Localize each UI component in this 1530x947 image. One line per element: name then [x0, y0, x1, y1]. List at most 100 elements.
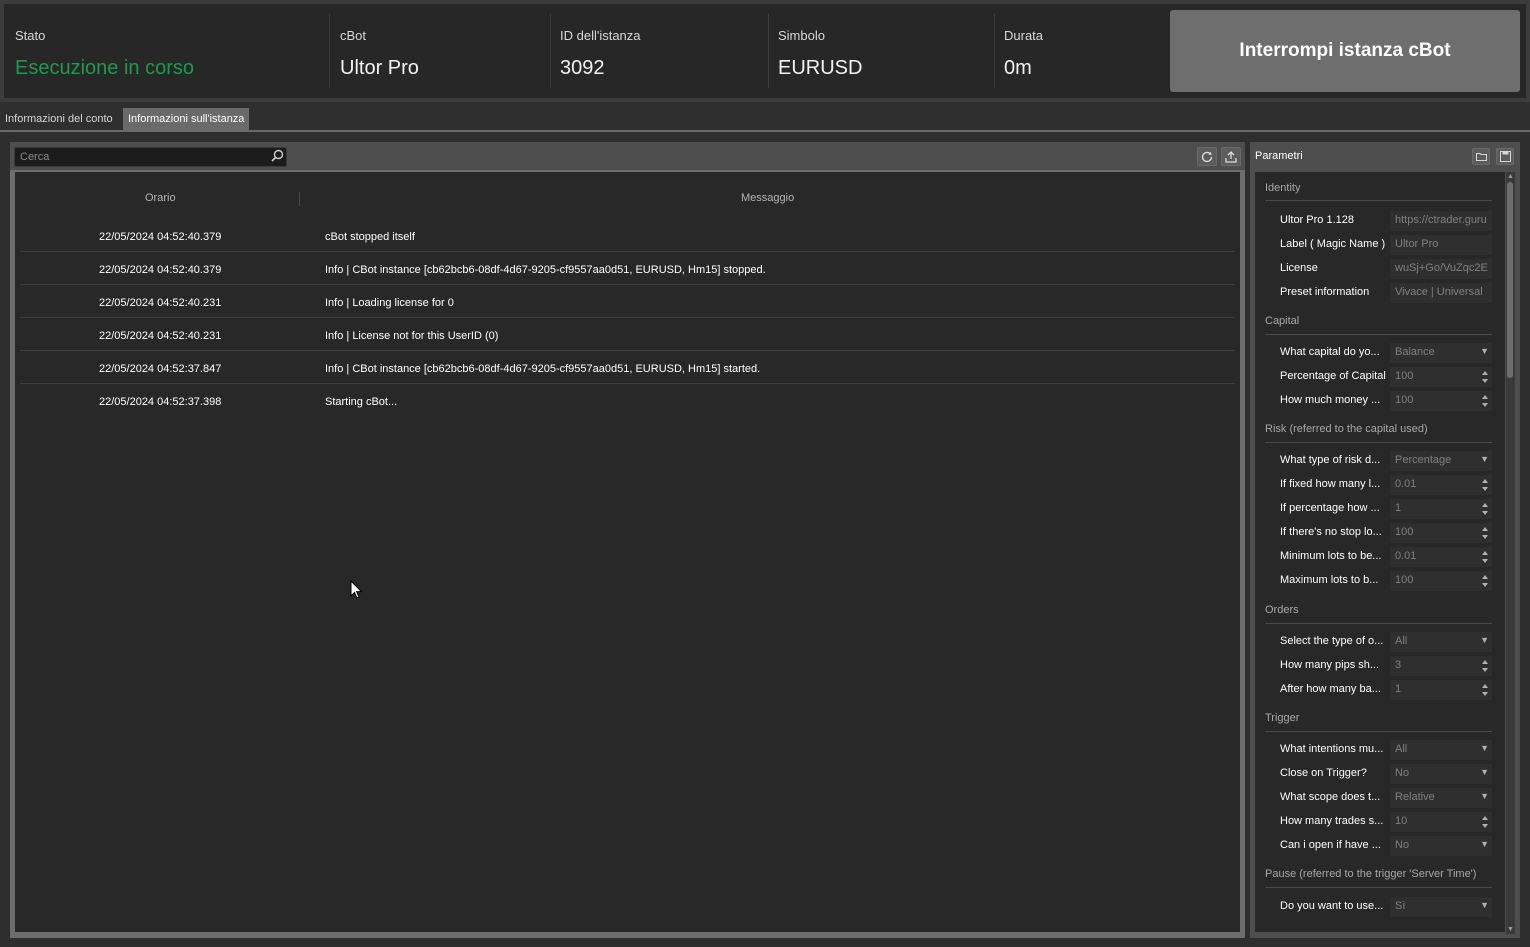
log-message: Starting cBot... — [325, 396, 398, 408]
section-title-risk[interactable]: Risk (referred to the capital used) — [1265, 423, 1428, 435]
param-number-input[interactable]: 0.01 — [1390, 475, 1492, 495]
param-row: Maximum lots to b... 100 — [1255, 570, 1505, 592]
spinner-arrows-icon[interactable] — [1481, 814, 1489, 830]
scroll-down-icon[interactable]: ▼ — [1506, 925, 1515, 934]
param-value: 3 — [1395, 659, 1402, 671]
param-value: Percentage — [1395, 454, 1452, 466]
log-row[interactable]: 22/05/2024 04:52:40.231 Info | Loading l… — [20, 285, 1235, 318]
parameters-list: Identity Ultor Pro 1.128 https://ctrader… — [1255, 172, 1505, 932]
spinner-arrows-icon[interactable] — [1481, 393, 1489, 409]
param-select[interactable]: All ▼ — [1390, 632, 1492, 652]
param-select[interactable]: No ▼ — [1390, 836, 1492, 856]
load-preset-button[interactable] — [1472, 148, 1490, 165]
spinner-arrows-icon[interactable] — [1481, 658, 1489, 674]
refresh-button[interactable] — [1197, 147, 1217, 166]
header-divider — [550, 14, 551, 88]
param-label: Percentage of Capital — [1280, 370, 1386, 382]
param-label: What scope does t... — [1280, 791, 1381, 803]
param-label: Select the type of o... — [1280, 635, 1384, 647]
column-divider[interactable] — [299, 192, 300, 206]
log-row[interactable]: 22/05/2024 04:52:40.379 cBot stopped its… — [20, 219, 1235, 252]
parameters-scrollbar[interactable]: ▲ ▼ — [1506, 172, 1515, 934]
param-label: Maximum lots to b... — [1280, 574, 1379, 586]
section-title-pause[interactable]: Pause (referred to the trigger 'Server T… — [1265, 868, 1476, 880]
export-button[interactable] — [1221, 147, 1241, 166]
param-row: Preset information Vivace | Universal — [1255, 282, 1505, 304]
param-label: Close on Trigger? — [1280, 767, 1367, 779]
column-header-message[interactable]: Messaggio — [741, 192, 794, 204]
section-divider — [1265, 200, 1492, 201]
param-row: Close on Trigger? No ▼ — [1255, 763, 1505, 785]
spinner-arrows-icon[interactable] — [1481, 573, 1489, 589]
param-select[interactable]: Balance ▼ — [1390, 343, 1492, 363]
param-value: Ultor Pro — [1395, 238, 1439, 250]
spinner-arrows-icon[interactable] — [1481, 549, 1489, 565]
param-select[interactable]: Relative ▼ — [1390, 788, 1492, 808]
param-number-input[interactable]: 10 — [1390, 812, 1492, 832]
param-text-field[interactable]: wuSj+Go/VuZqc2E — [1390, 259, 1492, 279]
param-number-input[interactable]: 0.01 — [1390, 547, 1492, 567]
param-text-field[interactable]: Vivace | Universal — [1390, 283, 1492, 303]
param-label: What intentions mu... — [1280, 743, 1384, 755]
param-number-input[interactable]: 100 — [1390, 391, 1492, 411]
section-title-identity[interactable]: Identity — [1265, 182, 1300, 194]
tab-instance-info[interactable]: Informazioni sull'istanza — [123, 108, 250, 132]
dropdown-arrow-icon: ▼ — [1480, 767, 1489, 777]
spinner-arrows-icon[interactable] — [1481, 501, 1489, 517]
column-header-time[interactable]: Orario — [145, 192, 176, 204]
param-row: How much money ... 100 — [1255, 390, 1505, 412]
log-row[interactable]: 22/05/2024 04:52:40.379 Info | CBot inst… — [20, 252, 1235, 285]
log-row[interactable]: 22/05/2024 04:52:37.847 Info | CBot inst… — [20, 351, 1235, 384]
param-row: Can i open if have ... No ▼ — [1255, 835, 1505, 857]
param-text-field[interactable]: Ultor Pro — [1390, 235, 1492, 255]
param-number-input[interactable]: 100 — [1390, 571, 1492, 591]
scroll-up-icon[interactable]: ▲ — [1506, 172, 1515, 181]
param-label: Preset information — [1280, 286, 1370, 298]
param-label: Ultor Pro 1.128 — [1280, 214, 1354, 226]
stop-cbot-instance-button[interactable]: Interrompi istanza cBot — [1170, 10, 1520, 92]
param-row: Ultor Pro 1.128 https://ctrader.guru — [1255, 210, 1505, 232]
log-row[interactable]: 22/05/2024 04:52:37.398 Starting cBot... — [20, 384, 1235, 417]
save-preset-button[interactable] — [1496, 148, 1514, 165]
param-number-input[interactable]: 100 — [1390, 523, 1492, 543]
param-value: https://ctrader.guru — [1395, 214, 1487, 226]
search-icon[interactable] — [269, 148, 285, 164]
param-label: What capital do yo... — [1280, 346, 1380, 358]
section-title-orders[interactable]: Orders — [1265, 604, 1299, 616]
param-row: What capital do yo... Balance ▼ — [1255, 342, 1505, 364]
dropdown-arrow-icon: ▼ — [1480, 743, 1489, 753]
param-label: How much money ... — [1280, 394, 1381, 406]
dropdown-arrow-icon: ▼ — [1480, 454, 1489, 464]
upload-icon — [1225, 150, 1237, 163]
spinner-arrows-icon[interactable] — [1481, 525, 1489, 541]
param-row: Minimum lots to be... 0.01 — [1255, 546, 1505, 568]
param-label: How many pips sh... — [1280, 659, 1380, 671]
search-input[interactable] — [14, 147, 287, 167]
spinner-arrows-icon[interactable] — [1481, 369, 1489, 385]
tab-account-info[interactable]: Informazioni del conto — [0, 108, 118, 132]
param-select[interactable]: Sì ▼ — [1390, 897, 1492, 917]
param-number-input[interactable]: 1 — [1390, 499, 1492, 519]
param-number-input[interactable]: 1 — [1390, 680, 1492, 700]
param-value: No — [1395, 839, 1410, 851]
param-number-input[interactable]: 100 — [1390, 367, 1492, 387]
spinner-arrows-icon[interactable] — [1481, 477, 1489, 493]
spinner-arrows-icon[interactable] — [1481, 682, 1489, 698]
param-number-input[interactable]: 3 — [1390, 656, 1492, 676]
instance-id-value: 3092 — [560, 57, 605, 79]
scrollbar-thumb[interactable] — [1507, 182, 1513, 378]
param-value: 100 — [1395, 574, 1414, 586]
section-title-capital[interactable]: Capital — [1265, 315, 1299, 327]
section-title-trigger[interactable]: Trigger — [1265, 712, 1299, 724]
param-select[interactable]: Percentage ▼ — [1390, 451, 1492, 471]
param-row: Do you want to use... Sì ▼ — [1255, 896, 1505, 918]
param-text-field[interactable]: https://ctrader.guru — [1390, 211, 1492, 231]
param-value: 0.01 — [1395, 478, 1417, 490]
param-select[interactable]: All ▼ — [1390, 740, 1492, 760]
log-row[interactable]: 22/05/2024 04:52:40.231 Info | License n… — [20, 318, 1235, 351]
dropdown-arrow-icon: ▼ — [1480, 346, 1489, 356]
param-row: What scope does t... Relative ▼ — [1255, 787, 1505, 809]
param-select[interactable]: No ▼ — [1390, 764, 1492, 784]
param-value: All — [1395, 743, 1408, 755]
dropdown-arrow-icon: ▼ — [1480, 635, 1489, 645]
